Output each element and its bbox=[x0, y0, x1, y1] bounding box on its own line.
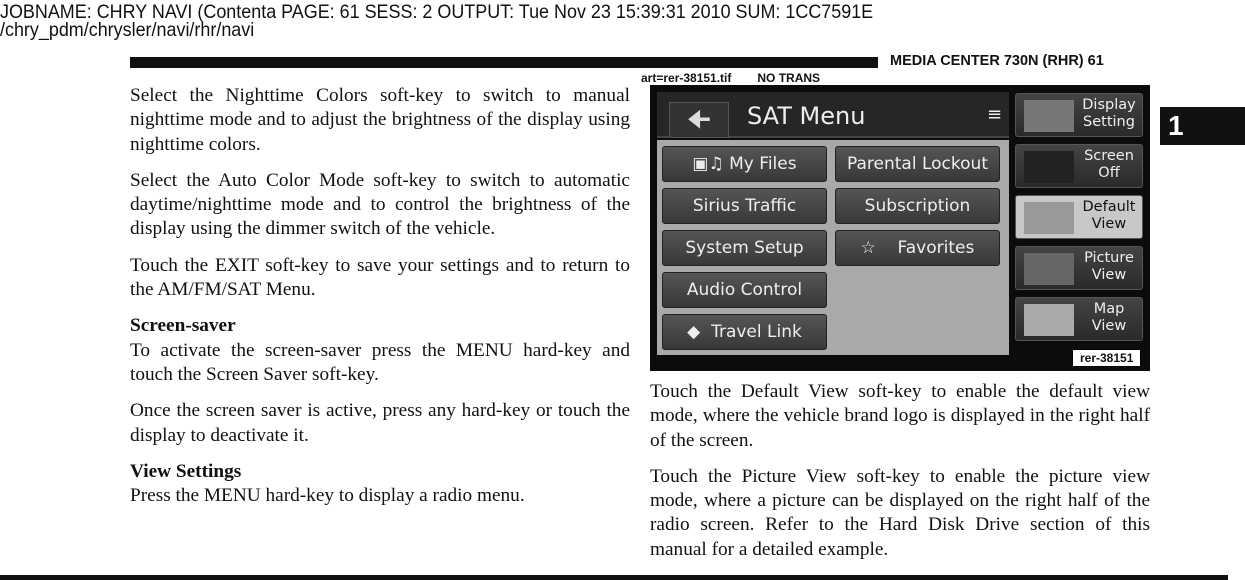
parental-lockout-button[interactable]: Parental Lockout bbox=[835, 146, 1000, 182]
display-setting-button[interactable]: Display Setting bbox=[1015, 93, 1143, 137]
art-label: art=rer-38151.tif NO TRANS bbox=[641, 71, 820, 85]
art-id-label: rer-38151 bbox=[1072, 349, 1142, 367]
button-label: Travel Link bbox=[711, 322, 802, 342]
subscription-button[interactable]: Subscription bbox=[835, 188, 1000, 224]
paragraph: Touch the Picture View soft-key to enabl… bbox=[650, 465, 1150, 560]
paragraph: Press the MENU hard-key to display a rad… bbox=[130, 485, 525, 507]
system-setup-button[interactable]: System Setup bbox=[662, 230, 827, 266]
job-header-line2: /chry_pdm/chrysler/navi/rhr/navi bbox=[0, 19, 255, 41]
travel-link-button[interactable]: ◆ Travel Link bbox=[662, 314, 827, 350]
default-view-icon bbox=[1024, 202, 1074, 234]
sirius-traffic-button[interactable]: Sirius Traffic bbox=[662, 188, 827, 224]
star-icon: ☆ bbox=[860, 238, 898, 258]
display-setting-icon bbox=[1024, 100, 1074, 132]
paragraph: To activate the screen-saver press the M… bbox=[130, 339, 630, 385]
seat-icon: ≡ bbox=[987, 104, 1003, 125]
button-label: Picture View bbox=[1084, 250, 1134, 283]
travel-link-icon: ◆ bbox=[687, 322, 712, 342]
button-label: Default View bbox=[1082, 199, 1136, 232]
paragraph: Select the Nighttime Colors soft-key to … bbox=[130, 85, 630, 155]
screen-off-button[interactable]: Screen Off bbox=[1015, 144, 1143, 188]
button-label: Favorites bbox=[897, 238, 975, 258]
button-label: Screen Off bbox=[1084, 148, 1134, 181]
art-file: art=rer-38151.tif bbox=[641, 71, 732, 85]
paragraph: Once the screen saver is active, press a… bbox=[130, 400, 630, 446]
files-icon: ▣♫ bbox=[692, 154, 730, 174]
paragraph: Select the Auto Color Mode soft-key to s… bbox=[130, 169, 630, 240]
heading-view-settings: View Settings bbox=[130, 460, 242, 482]
paragraph: Touch the Default View soft-key to enabl… bbox=[650, 381, 1150, 451]
my-files-button[interactable]: ▣♫ My Files bbox=[662, 146, 827, 182]
running-head: MEDIA CENTER 730N (RHR) 61 bbox=[890, 53, 1104, 69]
default-view-button[interactable]: Default View bbox=[1015, 195, 1143, 239]
button-label: Map View bbox=[1091, 301, 1127, 334]
header-rule bbox=[130, 57, 878, 68]
map-view-button[interactable]: Map View bbox=[1015, 297, 1143, 341]
picture-view-button[interactable]: Picture View bbox=[1015, 246, 1143, 290]
audio-control-button[interactable]: Audio Control bbox=[662, 272, 827, 308]
screen-off-icon bbox=[1024, 151, 1074, 183]
chapter-tab: 1 bbox=[1160, 107, 1245, 145]
footer-rule bbox=[0, 575, 1228, 580]
left-column: Select the Nighttime Colors soft-key to … bbox=[130, 84, 630, 520]
button-label: Display Setting bbox=[1082, 97, 1136, 130]
screen-title: SAT Menu bbox=[747, 102, 866, 130]
heading-screen-saver: Screen-saver bbox=[130, 315, 236, 337]
picture-view-icon bbox=[1024, 253, 1074, 285]
art-trans: NO TRANS bbox=[757, 71, 821, 85]
menu-grid: ▣♫ My Files Parental Lockout Sirius Traf… bbox=[657, 140, 1009, 355]
right-column: Touch the Default View soft-key to enabl… bbox=[650, 380, 1150, 574]
title-bar: 🠈 SAT Menu ≡ bbox=[657, 92, 1009, 138]
radio-screen-figure: 🠈 SAT Menu ≡ ▣♫ My Files Parental Lockou… bbox=[650, 85, 1150, 371]
favorites-button[interactable]: ☆ Favorites bbox=[835, 230, 1000, 266]
button-label: My Files bbox=[729, 154, 797, 174]
back-arrow-icon[interactable]: 🠈 bbox=[669, 102, 729, 138]
map-view-icon bbox=[1024, 304, 1074, 336]
paragraph: Touch the EXIT soft-key to save your set… bbox=[130, 254, 630, 301]
